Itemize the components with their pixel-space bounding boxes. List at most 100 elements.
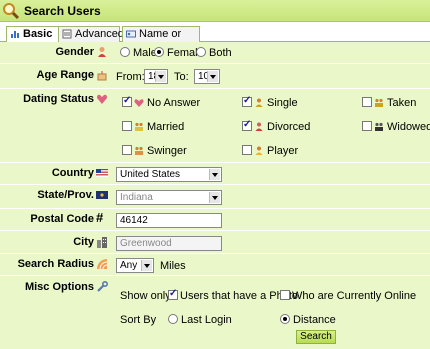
chevron-down-icon — [209, 169, 220, 180]
magnifier-icon — [3, 3, 20, 20]
country-select[interactable]: United States — [116, 167, 222, 182]
tab-basic[interactable]: Basic — [6, 26, 60, 43]
gender-label: Gender — [55, 46, 94, 58]
form-icon — [62, 29, 72, 39]
status-divorced[interactable]: Divorced — [242, 119, 311, 133]
building-icon — [97, 237, 107, 248]
dating-status-label: Dating Status — [23, 93, 94, 105]
sort-distance-radio[interactable] — [280, 314, 290, 324]
postal-label: Postal Code — [30, 213, 94, 225]
age-from-select[interactable]: 18 — [144, 69, 168, 84]
postal-value: 46142 — [120, 215, 148, 226]
online-label: Who are Currently Online — [292, 290, 417, 302]
couple-icon — [135, 146, 143, 155]
status-player-checkbox[interactable] — [242, 145, 252, 155]
status-player-label: Player — [267, 145, 299, 157]
status-widowed[interactable]: Widowed — [362, 121, 430, 133]
heart-icon — [134, 99, 144, 107]
state-label: State/Prov. — [37, 189, 94, 201]
chevron-down-icon — [209, 192, 220, 203]
sort-by-label: Sort By — [120, 314, 157, 326]
heart-icon — [97, 94, 107, 104]
gender-male-option[interactable]: Male — [120, 47, 157, 59]
city-value: Greenwood — [120, 238, 172, 249]
status-divorced-checkbox[interactable] — [242, 119, 252, 131]
status-taken[interactable]: Taken — [362, 97, 416, 109]
status-single-checkbox[interactable] — [242, 95, 252, 107]
card-icon — [126, 30, 136, 38]
status-single[interactable]: Single — [242, 95, 298, 109]
status-player[interactable]: Player — [242, 145, 298, 157]
status-married-label: Married — [147, 121, 185, 133]
sort-last-login-radio[interactable] — [168, 314, 178, 324]
status-widowed-label: Widowed — [387, 121, 430, 133]
age-range-row: Age Range From: 18 To: 100 — [0, 64, 430, 89]
person-icon — [255, 98, 263, 107]
age-from-label: From: — [116, 71, 145, 83]
tab-advanced[interactable]: Advanced — [58, 26, 124, 42]
page-title: Search Users — [24, 4, 101, 18]
couple-icon — [375, 98, 383, 107]
gender-both-label: Both — [209, 47, 232, 59]
sort-distance-option[interactable]: Distance — [280, 314, 336, 326]
gender-row: Gender Male Female Both — [0, 42, 430, 64]
gender-both-radio[interactable] — [196, 47, 206, 57]
status-divorced-label: Divorced — [267, 121, 311, 133]
age-range-label: Age Range — [36, 69, 94, 81]
search-form: Gender Male Female Both Age Range From: … — [0, 42, 430, 349]
chevron-down-icon — [155, 71, 166, 82]
status-married[interactable]: Married — [122, 121, 184, 133]
status-widowed-checkbox[interactable] — [362, 121, 372, 131]
couple-icon — [375, 122, 383, 131]
country-label: Country — [51, 167, 94, 179]
city-input[interactable]: Greenwood — [116, 236, 222, 251]
photo-option[interactable]: Users that have a Photo — [168, 288, 298, 302]
photo-checkbox[interactable] — [168, 288, 178, 300]
status-no-answer[interactable]: No Answer — [122, 95, 200, 109]
gender-male-radio[interactable] — [120, 47, 130, 57]
city-label: City — [73, 236, 94, 248]
dating-status-row: Dating Status No Answer Single Taken Mar… — [0, 89, 430, 163]
sort-distance-label: Distance — [293, 314, 336, 326]
chart-icon — [11, 31, 19, 38]
status-single-label: Single — [267, 97, 298, 109]
radar-icon — [97, 259, 108, 270]
state-select[interactable]: Indiana — [116, 190, 222, 205]
gender-both-option[interactable]: Both — [196, 47, 232, 59]
sort-last-login-option[interactable]: Last Login — [168, 314, 232, 326]
country-value: United States — [120, 169, 181, 180]
online-checkbox[interactable] — [280, 290, 290, 300]
online-option[interactable]: Who are Currently Online — [280, 290, 416, 302]
title-bar: Search Users — [0, 0, 430, 22]
radius-value: Any — [120, 260, 138, 271]
state-value: Indiana — [120, 192, 153, 203]
radius-label: Search Radius — [17, 258, 94, 270]
chevron-down-icon — [207, 71, 218, 82]
person-icon — [255, 122, 263, 131]
status-married-checkbox[interactable] — [122, 121, 132, 131]
gender-female-radio[interactable] — [154, 47, 164, 57]
tab-label: Basic — [23, 28, 53, 40]
status-swinger-checkbox[interactable] — [122, 145, 132, 155]
status-taken-checkbox[interactable] — [362, 97, 372, 107]
status-taken-label: Taken — [387, 97, 417, 109]
misc-label: Misc Options — [24, 281, 94, 293]
state-flag-icon — [96, 191, 108, 199]
radius-row: Search Radius Any Miles — [0, 254, 430, 276]
state-row: State/Prov. Indiana — [0, 185, 430, 209]
hash-icon: # — [96, 210, 104, 225]
country-row: Country United States — [0, 163, 430, 185]
person-icon — [98, 47, 106, 57]
postal-code-input[interactable]: 46142 — [116, 213, 222, 228]
tab-name-or-email[interactable]: Name or Email — [122, 26, 200, 54]
couple-icon — [135, 122, 143, 131]
status-no-answer-checkbox[interactable] — [122, 95, 132, 107]
search-button[interactable]: Search — [296, 330, 336, 344]
person-icon — [255, 146, 263, 155]
tab-label: Advanced — [75, 28, 124, 40]
radius-select[interactable]: Any — [116, 258, 154, 273]
age-to-select[interactable]: 100 — [194, 69, 220, 84]
status-swinger[interactable]: Swinger — [122, 145, 187, 157]
status-swinger-label: Swinger — [147, 145, 187, 157]
chevron-down-icon — [141, 260, 152, 271]
